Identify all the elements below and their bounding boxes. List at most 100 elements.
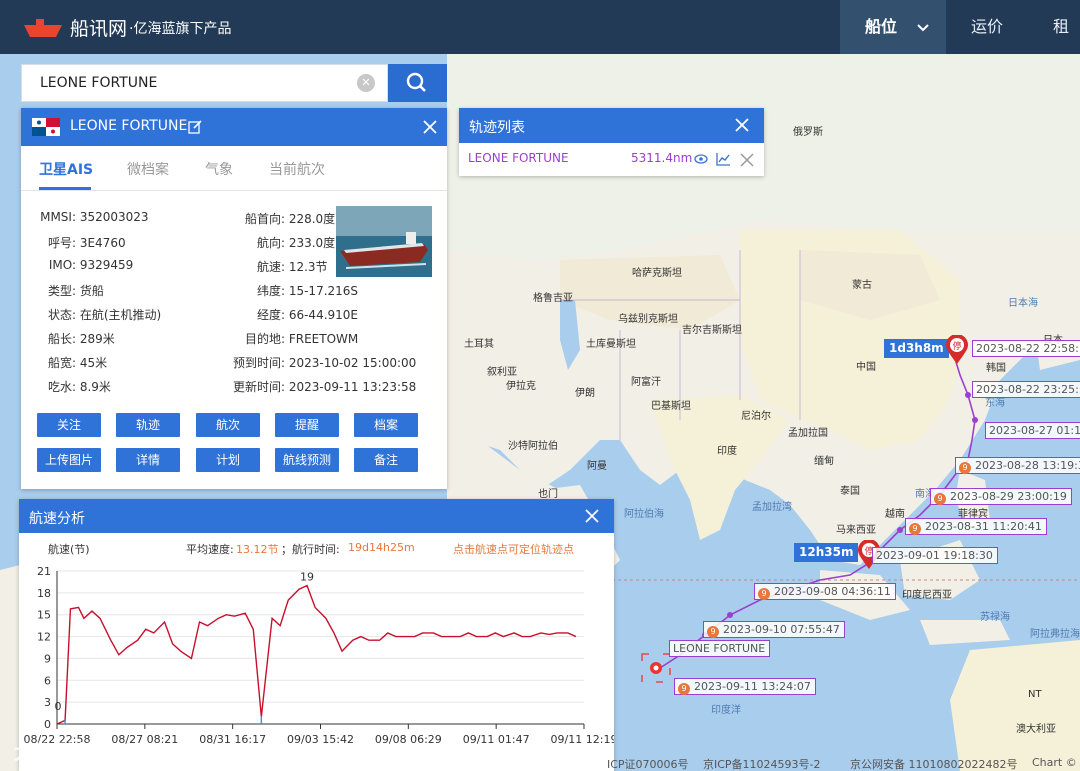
stop-duration-label: 1d3h8m xyxy=(884,339,949,358)
track-list-panel: 轨迹列表 LEONE FORTUNE 5311.4nm xyxy=(459,108,764,176)
track-point-time: 2023-08-31 11:20:41 xyxy=(925,520,1042,533)
info-value: 15-17.216S xyxy=(288,284,359,298)
ship-photo[interactable] xyxy=(336,206,432,277)
logo-text: 船讯网 xyxy=(70,18,128,40)
speed-avg-label: 平均速度: xyxy=(186,543,234,556)
route-forecast-button[interactable]: 航线预测 xyxy=(275,448,339,472)
info-value: FREETOWM xyxy=(288,332,359,346)
map-label: 格鲁吉亚 xyxy=(533,293,573,304)
info-callsign: 呼号: 3E4760 xyxy=(21,234,126,251)
chart-line-icon[interactable] xyxy=(716,152,731,166)
stop-pin-icon[interactable]: 停 xyxy=(945,335,969,365)
info-length: 船长: 289米 xyxy=(21,330,115,347)
track-point-label[interactable]: 9 2023-08-29 23:00:19 xyxy=(930,488,1072,505)
info-status: 状态: 在航(主机推动) xyxy=(21,306,161,323)
speed-time-label: ；航行时间: xyxy=(281,543,340,556)
info-label: IMO: xyxy=(48,258,76,272)
remind-button[interactable]: 提醒 xyxy=(275,413,339,437)
track-point-label[interactable]: 2023-08-22 23:25: xyxy=(972,381,1080,398)
voyage-button[interactable]: 航次 xyxy=(196,413,260,437)
x-tick-label: 09/03 15:42 xyxy=(287,733,354,746)
ship-name: LEONE FORTUNE xyxy=(70,118,188,134)
info-value: 9329459 xyxy=(79,258,134,272)
notes-button[interactable]: 备注 xyxy=(354,448,418,472)
stop-duration-label: 12h35m xyxy=(794,543,859,562)
info-speed: 航速: 12.3节 xyxy=(225,258,328,275)
follow-button[interactable]: 关注 xyxy=(37,413,101,437)
track-point-label[interactable]: 9 2023-09-10 07:55:47 xyxy=(703,621,845,638)
track-point-label[interactable]: 2023-09-01 19:18:30 xyxy=(872,547,998,564)
ship-tabs: 卫星AIS 微档案 气象 当前航次 xyxy=(21,146,447,191)
info-value: 8.9米 xyxy=(79,380,111,394)
logo[interactable]: 船讯网 ·亿海蓝旗下产品 xyxy=(22,14,231,41)
speed-analysis-panel: 航速分析 航速(节) 平均速度: 13.12节 ；航行时间: 19d14h25m… xyxy=(19,499,614,771)
edit-icon[interactable] xyxy=(188,120,202,134)
plan-button[interactable]: 计划 xyxy=(196,448,260,472)
close-icon[interactable] xyxy=(734,117,750,133)
nav-label: 船位 xyxy=(865,17,898,36)
map-label: 俄罗斯 xyxy=(793,127,823,138)
top-nav-bar: 船讯网 ·亿海蓝旗下产品 船位 运价 租船 xyxy=(0,0,1080,90)
track-button[interactable]: 轨迹 xyxy=(116,413,180,437)
info-label: 船宽: xyxy=(47,356,76,370)
speed-series-line[interactable] xyxy=(56,584,577,725)
track-point-label[interactable]: 9 2023-08-28 13:19:39 xyxy=(955,457,1080,474)
map-label: 缅甸 xyxy=(814,456,834,467)
remove-icon[interactable] xyxy=(740,153,754,167)
info-label: 预到时间: xyxy=(232,356,285,370)
nav-item-freight[interactable]: 运价 xyxy=(971,0,1003,54)
footer-beian[interactable]: 京ICP备11024593号-2 xyxy=(703,756,821,771)
track-ship-name[interactable]: LEONE FORTUNE xyxy=(468,151,569,165)
close-icon[interactable] xyxy=(422,119,438,135)
tab-micro-profile[interactable]: 微档案 xyxy=(127,159,169,179)
map-label: 沙特阿拉伯 xyxy=(508,441,558,452)
speed-hint: 点击航速点可定位轨迹点 xyxy=(453,543,574,556)
track-point-label[interactable]: 9 2023-09-11 13:24:07 xyxy=(674,678,816,695)
track-point-label[interactable]: 9 2023-08-31 11:20:41 xyxy=(905,518,1047,535)
tab-current-voyage[interactable]: 当前航次 xyxy=(269,159,325,179)
speed-unit-label: 航速(节) xyxy=(48,543,90,556)
map-label: 阿富汗 xyxy=(631,377,661,388)
info-label: 航向: xyxy=(256,236,285,250)
track-point-badge: 9 xyxy=(909,523,921,535)
map-label: 叙利亚 xyxy=(487,367,517,378)
tab-weather[interactable]: 气象 xyxy=(205,159,233,179)
x-tick-label: 09/11 12:19 xyxy=(551,733,614,746)
nav-item-ship-position[interactable]: 船位 xyxy=(840,0,946,54)
eye-icon[interactable] xyxy=(694,153,708,165)
details-button[interactable]: 详情 xyxy=(116,448,180,472)
ship-map-label[interactable]: LEONE FORTUNE xyxy=(669,640,771,657)
archive-button[interactable]: 档案 xyxy=(354,413,418,437)
info-destination: 目的地: FREETOWM xyxy=(225,330,358,347)
track-point-badge: 9 xyxy=(707,626,719,638)
search-button[interactable] xyxy=(388,64,447,102)
speed-panel-header: 航速分析 xyxy=(19,499,614,533)
upload-photo-button[interactable]: 上传图片 xyxy=(37,448,101,472)
y-tick-label: 12 xyxy=(37,631,51,644)
ship-search-box: ✕ xyxy=(21,64,388,102)
ship-search-input[interactable] xyxy=(22,65,342,101)
track-point-label[interactable]: 2023-08-27 01:18 xyxy=(985,422,1080,439)
nav-item-charter[interactable]: 租船 xyxy=(1053,0,1080,90)
map-label: 日本海 xyxy=(1008,298,1038,309)
ship-logo-icon xyxy=(24,18,62,37)
clear-icon[interactable]: ✕ xyxy=(357,74,375,92)
footer-chart: Chart © xyxy=(1032,756,1077,769)
tab-satellite-ais[interactable]: 卫星AIS xyxy=(39,159,93,179)
x-tick-label: 09/08 06:29 xyxy=(375,733,442,746)
y-tick-label: 15 xyxy=(37,609,51,622)
info-label: 船首向: xyxy=(244,212,285,226)
close-icon[interactable] xyxy=(584,508,600,524)
track-point-label[interactable]: 9 2023-09-08 04:36:11 xyxy=(754,583,896,600)
footer-icp[interactable]: ICP证070006号 xyxy=(607,756,689,771)
map-label: 伊拉克 xyxy=(506,381,536,392)
y-tick-label: 3 xyxy=(44,696,51,709)
map-label: 阿曼 xyxy=(587,461,607,472)
ship-target[interactable] xyxy=(641,653,671,683)
info-label: 类型: xyxy=(47,284,76,298)
search-icon xyxy=(406,72,426,92)
footer-gongan[interactable]: 京公网安备 11010802022482号 xyxy=(850,756,1017,771)
track-point-label[interactable]: 2023-08-22 22:58: xyxy=(972,340,1080,357)
speed-chart[interactable]: 21181512963008/22 22:58 08/27 08:21 08/31 … xyxy=(19,559,614,771)
info-imo: IMO: 9329459 xyxy=(21,258,133,272)
